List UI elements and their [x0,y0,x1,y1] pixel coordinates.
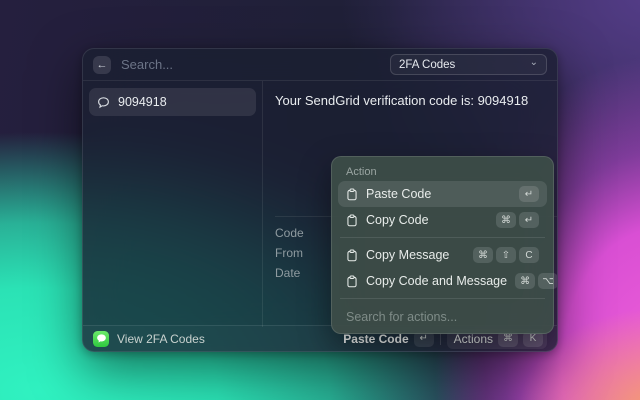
back-arrow-icon: ← [96,58,108,71]
clipboard-icon [346,274,358,288]
action-label: Copy Message [366,248,450,262]
key-shift: ⇧ [496,247,516,263]
back-button[interactable]: ← [93,55,111,74]
divider [340,237,545,238]
key-c: C [519,247,539,263]
key-cmd: ⌘ [496,212,516,228]
action-panel: Action Paste Code ↵ Copy Code ⌘ ↵ Copy M… [331,156,557,334]
clipboard-icon [346,187,358,201]
clipboard-icon [346,248,358,262]
clipboard-icon [346,213,358,227]
key-option: ⌥ [538,273,557,289]
action-copy-message[interactable]: Copy Message ⌘ ⇧ C [338,242,547,268]
shortcut-keys: ⌘ ⇧ C [473,247,539,263]
key-return: ↵ [519,212,539,228]
shortcut-keys: ⌘ ↵ [496,212,539,228]
shortcut-keys: ↵ [519,186,539,202]
action-label: Copy Code and Message [366,274,508,288]
action-search-input[interactable] [338,303,547,333]
metadata-labels: Code From Date [275,226,304,280]
messages-app-icon [93,330,109,347]
search-input[interactable] [121,57,380,72]
key-cmd: ⌘ [515,273,536,289]
mode-dropdown[interactable]: 2FA Codes ⌄ [390,54,547,75]
shortcut-keys: ⌘ ⌥ C [515,273,557,289]
key-cmd: ⌘ [473,247,493,263]
metadata-label-date: Date [275,266,301,280]
results-sidebar: 9094918 [83,81,263,327]
divider [340,298,545,299]
top-bar: ← 2FA Codes ⌄ [83,49,557,81]
action-label: Paste Code [366,187,432,201]
action-copy-code[interactable]: Copy Code ⌘ ↵ [338,207,547,233]
launcher-window: ← 2FA Codes ⌄ 9094918 Your SendGrid veri… [82,48,558,352]
action-copy-code-and-message[interactable]: Copy Code and Message ⌘ ⌥ C [338,268,557,294]
action-panel-header: Action [346,166,377,178]
action-paste-code[interactable]: Paste Code ↵ [338,181,547,207]
metadata-label-code: Code [275,226,304,240]
divider [439,332,441,345]
list-item-code[interactable]: 9094918 [89,88,256,116]
command-title: View 2FA Codes [117,331,205,346]
metadata-label-from: From [275,246,303,260]
action-label: Copy Code [366,213,429,227]
chevron-down-icon: ⌄ [529,57,538,68]
message-text: Your SendGrid verification code is: 9094… [275,93,529,108]
list-item-label: 9094918 [118,95,167,109]
chat-bubble-icon [97,96,110,109]
mode-dropdown-value: 2FA Codes [399,58,456,71]
key-return: ↵ [519,186,539,202]
